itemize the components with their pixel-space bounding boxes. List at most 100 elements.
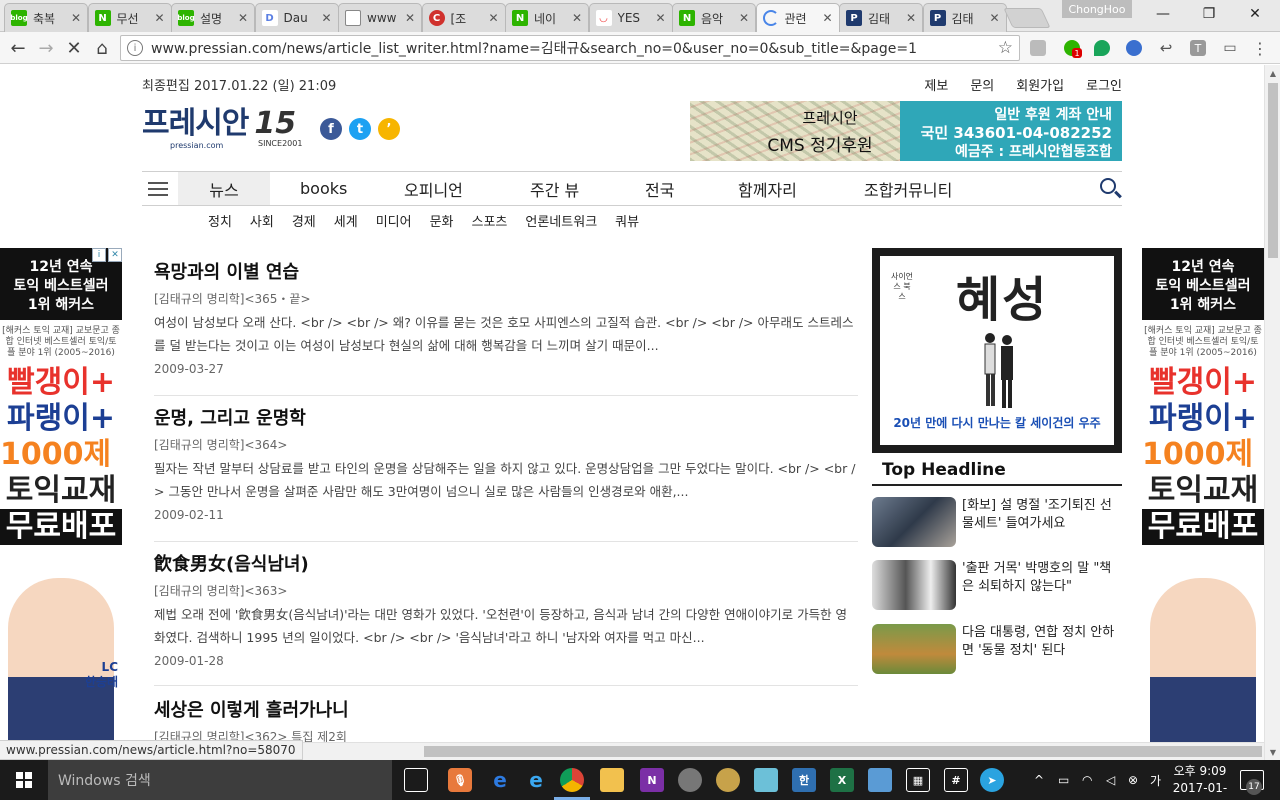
article-title[interactable]: 운명, 그리고 운명학 (154, 406, 858, 432)
article-title[interactable]: 飮食男女(음식남녀) (154, 552, 858, 578)
headline-thumbnail[interactable] (872, 624, 956, 674)
tab-close-icon[interactable]: ✕ (405, 11, 415, 25)
facebook-icon[interactable]: f (320, 118, 342, 140)
back-icon[interactable]: ← (6, 36, 30, 60)
nav-together[interactable]: 함께자리 (738, 172, 797, 205)
ime-icon[interactable]: ⊗ (1128, 760, 1138, 800)
contact-link[interactable]: 문의 (970, 75, 994, 94)
browser-tab[interactable]: blog 설명 ✕ (171, 3, 255, 32)
ad-close-icon[interactable]: ✕ (108, 248, 122, 262)
book-ad[interactable]: 사이언스 북스 혜성 20년 만에 다시 만나는 칼 세이건의 우주 (872, 248, 1122, 453)
article-title[interactable]: 욕망과의 이별 연습 (154, 260, 858, 286)
nav-coop-community[interactable]: 조합커뮤니티 (864, 172, 952, 205)
bookmark-star-icon[interactable]: ☆ (998, 38, 1013, 58)
subnav-media[interactable]: 미디어 (376, 211, 412, 230)
image-app-icon[interactable] (868, 768, 892, 792)
browser-tab[interactable]: 관련 ✕ (755, 3, 840, 32)
headline-text[interactable]: '출판 거목' 박맹호의 말 "책은 쇠퇴하지 않는다" (962, 560, 1122, 596)
headline-text[interactable]: [화보] 설 명절 '조기퇴진 선물세트' 들여가세요 (962, 497, 1122, 533)
subnav-culture[interactable]: 문화 (430, 211, 454, 230)
signup-link[interactable]: 회원가입 (1016, 75, 1064, 94)
menu-icon[interactable]: ⋮ (1252, 39, 1268, 58)
nav-news[interactable]: 뉴스 (178, 172, 270, 205)
app-icon[interactable] (754, 768, 778, 792)
nav-books[interactable]: books (300, 172, 347, 205)
tab-close-icon[interactable]: ✕ (321, 11, 331, 25)
start-button[interactable] (0, 760, 48, 800)
app-icon[interactable] (678, 768, 702, 792)
headline-thumbnail[interactable] (872, 560, 956, 610)
tip-link[interactable]: 제보 (924, 75, 948, 94)
tab-close-icon[interactable]: ✕ (655, 11, 665, 25)
info-icon[interactable]: i (127, 40, 143, 56)
headline-item[interactable]: '출판 거목' 박맹호의 말 "책은 쇠퇴하지 않는다" (872, 560, 1122, 610)
browser-tab[interactable]: ◡ YES ✕ (588, 3, 673, 32)
task-view-icon[interactable] (404, 768, 428, 792)
excel-icon[interactable]: X (830, 768, 854, 792)
tab-close-icon[interactable]: ✕ (488, 11, 498, 25)
headline-item[interactable]: [화보] 설 명절 '조기퇴진 선물세트' 들여가세요 (872, 497, 1122, 547)
cms-donation-banner[interactable]: 프레시안 CMS 정기후원 일반 후원 계좌 안내 국민 343601-04-0… (690, 101, 1122, 161)
scrollbar-thumb[interactable] (424, 746, 1262, 757)
browser-tab[interactable]: D Dau ✕ (254, 3, 339, 32)
subnav-quiz[interactable]: 쿼뷰 (615, 211, 639, 230)
subnav-politics[interactable]: 정치 (208, 211, 232, 230)
tab-close-icon[interactable]: ✕ (989, 11, 999, 25)
hamburger-menu-icon[interactable] (148, 182, 168, 196)
calculator-icon[interactable]: # (944, 768, 968, 792)
right-side-ad[interactable]: 12년 연속 토익 베스트셀러 1위 해커스 [해커스 토익 교재] 교보문고 … (1142, 248, 1264, 760)
tab-close-icon[interactable]: ✕ (572, 11, 582, 25)
login-link[interactable]: 로그인 (1086, 75, 1122, 94)
kakaostory-icon[interactable]: ’ (378, 118, 400, 140)
extension-icon[interactable] (1094, 40, 1110, 56)
telegram-icon[interactable]: ➤ (980, 768, 1004, 792)
headline-thumbnail[interactable] (872, 497, 956, 547)
reply-icon[interactable]: ↩ (1158, 39, 1174, 57)
battery-icon[interactable]: ▭ (1058, 760, 1069, 800)
ie-icon[interactable]: e (524, 768, 548, 792)
nav-opinion[interactable]: 오피니언 (404, 172, 463, 205)
browser-tab[interactable]: N 무선 ✕ (87, 3, 172, 32)
tab-close-icon[interactable]: ✕ (822, 11, 832, 25)
new-tab-button[interactable] (1003, 8, 1051, 28)
subnav-society[interactable]: 사회 (250, 211, 274, 230)
taskbar-clock[interactable]: 오후 9:09 2017-01-22 (1168, 763, 1232, 800)
file-explorer-icon[interactable] (600, 768, 624, 792)
scroll-down-icon[interactable]: ▼ (1265, 744, 1280, 760)
left-side-ad[interactable]: 12년 연속 토익 베스트셀러 1위 해커스 [해커스 토익 교재] 교보문고 … (0, 248, 122, 760)
subnav-economy[interactable]: 경제 (292, 211, 316, 230)
search-icon[interactable] (1100, 178, 1116, 194)
article-item[interactable]: 욕망과의 이별 연습 [김태규의 명리학]<365・끝> 여성이 남성보다 오래… (154, 260, 858, 396)
browser-tab[interactable]: blog 축복 ✕ (4, 3, 88, 32)
show-hidden-icons[interactable]: ^ (1034, 760, 1044, 800)
article-title[interactable]: 세상은 이렇게 흘러가나니 (154, 698, 858, 724)
browser-tab[interactable]: N 음악 ✕ (672, 3, 756, 32)
nav-national[interactable]: 전국 (645, 172, 674, 205)
cast-icon[interactable]: ▭ (1222, 40, 1238, 56)
scroll-up-icon[interactable]: ▲ (1265, 65, 1280, 81)
site-logo[interactable]: 프레시안 15 pressian.com SINCE2001 (142, 109, 302, 151)
home-icon[interactable]: ⌂ (90, 36, 114, 60)
headline-item[interactable]: 다음 대통령, 연합 정치 안하면 '동물 정치' 된다 (872, 624, 1122, 674)
language-indicator[interactable]: 가 (1150, 760, 1161, 800)
article-item[interactable]: 운명, 그리고 운명학 [김태규의 명리학]<364> 필자는 작년 말부터 상… (154, 406, 858, 542)
tab-close-icon[interactable]: ✕ (739, 11, 749, 25)
edge-icon[interactable]: e (488, 768, 512, 792)
extension-icon[interactable] (1126, 40, 1142, 56)
browser-tab[interactable]: N 네이 ✕ (505, 3, 589, 32)
twitter-icon[interactable]: t (349, 118, 371, 140)
stop-icon[interactable]: ✕ (62, 36, 86, 60)
minimize-icon[interactable]: — (1140, 0, 1186, 28)
address-bar[interactable]: i www.pressian.com/news/article_list_wri… (120, 35, 1020, 61)
calendar-icon[interactable]: ▦ (906, 768, 930, 792)
tab-close-icon[interactable]: ✕ (906, 11, 916, 25)
vertical-scrollbar[interactable]: ▲ ▼ (1264, 65, 1280, 760)
extension-icon[interactable] (1030, 40, 1046, 56)
browser-tab[interactable]: P 김태 ✕ (839, 3, 923, 32)
volume-icon[interactable]: ◁ (1106, 760, 1115, 800)
microphone-app-icon[interactable]: 🎙 (448, 768, 472, 792)
tab-close-icon[interactable]: ✕ (154, 11, 164, 25)
forward-icon[interactable]: → (34, 36, 58, 60)
tab-close-icon[interactable]: ✕ (238, 11, 248, 25)
browser-tab[interactable]: www ✕ (338, 3, 422, 32)
